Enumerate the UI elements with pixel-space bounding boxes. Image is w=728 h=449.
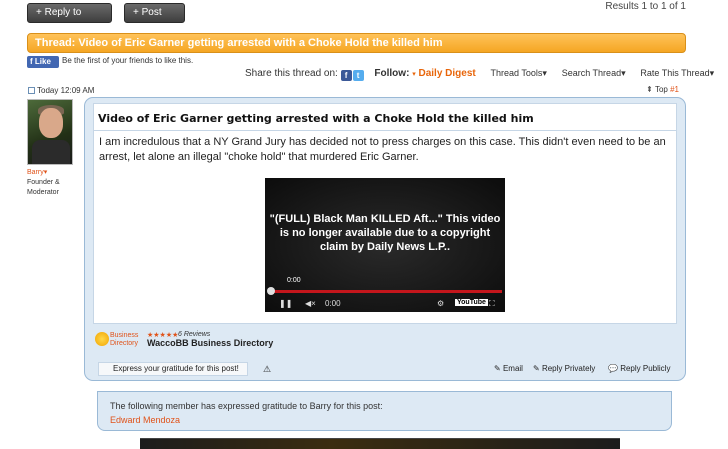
post-title: Video of Eric Garner getting arrested wi…: [98, 112, 534, 125]
post-number[interactable]: #1: [670, 85, 679, 94]
express-gratitude-button[interactable]: Express your gratitude for this post!: [98, 362, 248, 376]
speech-bubble-icon: 💬: [608, 364, 618, 373]
business-name[interactable]: WaccoBB Business Directory: [147, 338, 273, 348]
twitter-share-icon[interactable]: t: [352, 70, 364, 81]
gratitude-member-link[interactable]: Edward Mendoza: [110, 415, 180, 425]
video-unavailable-message: "(FULL) Black Man KILLED Aft..." This vi…: [269, 213, 501, 253]
video-scrubber[interactable]: [267, 287, 275, 295]
author-info: Barry▾ Founder & Moderator: [27, 168, 60, 198]
business-directory-label[interactable]: Business Directory: [110, 332, 138, 348]
video-progress-bar[interactable]: [268, 290, 502, 293]
volume-icon[interactable]: ◀×: [305, 299, 316, 308]
advertisement-banner[interactable]: [140, 438, 620, 449]
email-link[interactable]: ✎ Email: [494, 364, 523, 373]
facebook-share-icon[interactable]: f: [340, 70, 352, 81]
pencil-icon: ✎: [533, 364, 540, 373]
arrow-up-icon: ⇞: [646, 85, 653, 94]
top-label: Top: [654, 85, 668, 94]
post-date-text: Today 12:09 AM: [37, 86, 95, 95]
business-directory-icon: [95, 332, 109, 346]
facebook-like-prompt: Be the first of your friends to like thi…: [62, 56, 194, 65]
post-title-divider: [93, 130, 677, 131]
report-post-icon[interactable]: ⚠: [263, 364, 271, 375]
video-controls: ❚❚ ◀× 0:00 ⚙ YouTube ⛶: [265, 296, 505, 312]
author-role-line1: Founder &: [27, 179, 60, 186]
daily-digest-link[interactable]: Daily Digest: [418, 68, 475, 79]
facebook-like-label: Like: [34, 57, 51, 66]
results-count: Results 1 to 1 of 1: [605, 1, 686, 12]
video-time: 0:00: [325, 299, 341, 308]
reply-publicly-link[interactable]: 💬 Reply Publicly: [608, 364, 670, 373]
calendar-icon: [28, 87, 35, 94]
settings-icon[interactable]: ⚙: [437, 299, 444, 308]
video-player[interactable]: "(FULL) Black Man KILLED Aft..." This vi…: [265, 178, 505, 312]
post-to-button[interactable]: + Post To:: [124, 3, 185, 36]
reply-to-thread-button[interactable]: + Reply to Thread: [27, 3, 112, 36]
reply-privately-link[interactable]: ✎ Reply Privately: [533, 364, 595, 373]
review-count[interactable]: 6 Reviews: [178, 331, 210, 338]
avatar[interactable]: [27, 99, 73, 165]
avatar-shirt: [32, 140, 70, 164]
top-link[interactable]: ⇞ Top #1: [646, 85, 679, 94]
author-role-line2: Moderator: [27, 189, 59, 196]
facebook-like-button[interactable]: f Like: [27, 56, 59, 68]
pause-icon[interactable]: ❚❚: [279, 299, 292, 308]
thread-tools-menu[interactable]: Thread Tools▾: [491, 68, 547, 78]
author-menu-icon[interactable]: ▾: [44, 169, 48, 176]
pencil-icon: ✎: [494, 364, 501, 373]
author-name[interactable]: Barry: [27, 169, 44, 176]
gratitude-text: The following member has expressed grati…: [110, 401, 383, 411]
thread-title-bar: Thread: Video of Eric Garner getting arr…: [27, 33, 686, 53]
rate-thread-menu[interactable]: Rate This Thread▾: [640, 68, 714, 78]
avatar-face: [39, 108, 63, 138]
search-thread-menu[interactable]: Search Thread▾: [562, 68, 626, 78]
gratitude-box: [97, 391, 672, 431]
post-date: Today 12:09 AM: [28, 86, 94, 95]
post-body: I am incredulous that a NY Grand Jury ha…: [99, 136, 666, 163]
fullscreen-icon[interactable]: ⛶: [489, 299, 495, 309]
video-time-overlay: 0:00: [287, 277, 301, 284]
follow-label: Follow:: [374, 68, 410, 79]
youtube-logo[interactable]: YouTube: [455, 299, 488, 306]
follow-dropdown-icon: ▾: [412, 71, 416, 78]
share-label: Share this thread on:: [245, 68, 338, 79]
share-toolbar: Share this thread on: ft Follow: ▾ Daily…: [245, 68, 714, 81]
